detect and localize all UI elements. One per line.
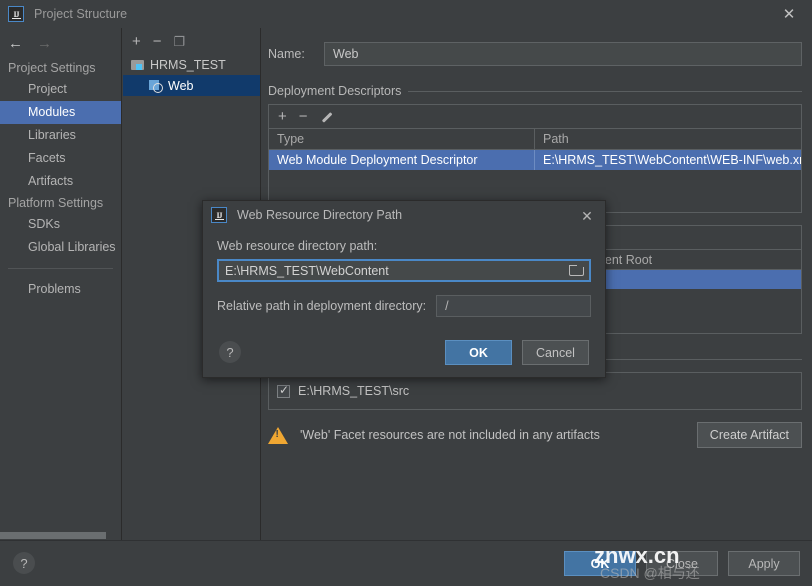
sidebar-item-modules[interactable]: Modules xyxy=(0,101,121,124)
close-button[interactable]: Close xyxy=(646,551,718,576)
tree-node-hrms-test[interactable]: HRMS_TEST xyxy=(123,54,260,75)
sidebar-item-project[interactable]: Project xyxy=(0,78,121,101)
remove-descriptor-icon[interactable]: − xyxy=(299,109,308,124)
source-root-label: E:\HRMS_TEST\src xyxy=(298,384,410,398)
intellij-idea-icon: IJ xyxy=(211,207,227,223)
forward-arrow-icon[interactable]: → xyxy=(37,36,52,51)
intellij-idea-icon: IJ xyxy=(8,6,24,22)
relative-path-label: Relative path in deployment directory: xyxy=(217,299,427,313)
dialog-footer-bar: ? OK Cancel xyxy=(203,329,605,377)
web-facet-icon xyxy=(149,79,163,93)
create-artifact-button[interactable]: Create Artifact xyxy=(696,422,802,448)
scrollbar-thumb[interactable] xyxy=(0,532,106,539)
sidebar-item-facets[interactable]: Facets xyxy=(0,147,121,170)
window-titlebar: IJ Project Structure ✕ xyxy=(0,0,812,28)
add-descriptor-icon[interactable]: + xyxy=(278,109,287,124)
descriptors-toolbar: + − xyxy=(269,105,801,129)
dialog-close-icon[interactable]: ✕ xyxy=(577,207,597,225)
ok-button[interactable]: OK xyxy=(564,551,636,576)
relative-path-input[interactable]: / xyxy=(436,295,591,317)
window-close-icon[interactable]: ✕ xyxy=(766,0,812,28)
add-module-icon[interactable]: + xyxy=(132,34,141,49)
help-icon[interactable]: ? xyxy=(13,552,35,574)
table-header: Type Path xyxy=(269,128,801,150)
module-folder-icon xyxy=(131,59,144,70)
nav-arrows: ← → xyxy=(0,28,121,58)
nav-group-platform-settings: Platform Settings xyxy=(8,196,104,210)
dialog-footer: ? OK Close Apply xyxy=(0,540,812,586)
dialog-body: Web resource directory path: E:\HRMS_TES… xyxy=(203,229,605,317)
sidebar-item-global-libraries[interactable]: Global Libraries xyxy=(0,236,121,259)
dialog-ok-button[interactable]: OK xyxy=(445,340,512,365)
sidebar-divider xyxy=(8,268,113,269)
cell-path: E:\HRMS_TEST\WebContent\WEB-INF\web.xml xyxy=(543,153,801,167)
sidebar-horizontal-scrollbar[interactable] xyxy=(0,531,121,540)
nav-group-project-settings: Project Settings xyxy=(8,61,96,75)
window-title: Project Structure xyxy=(34,7,128,21)
dialog-title: Web Resource Directory Path xyxy=(237,208,403,222)
section-divider xyxy=(408,90,802,92)
tree-node-web[interactable]: Web xyxy=(123,75,260,96)
web-resource-path-label: Web resource directory path: xyxy=(217,239,378,253)
section-title: Deployment Descriptors xyxy=(268,84,402,98)
dialog-titlebar: IJ Web Resource Directory Path ✕ xyxy=(203,201,605,229)
warning-text: 'Web' Facet resources are not included i… xyxy=(300,428,600,442)
cell-type: Web Module Deployment Descriptor xyxy=(269,150,535,170)
tree-node-label: Web xyxy=(168,78,194,93)
warning-triangle-icon xyxy=(268,426,288,444)
project-structure-window: IJ Project Structure ✕ ← → Project Setti… xyxy=(0,0,812,586)
web-resource-directory-path-dialog: IJ Web Resource Directory Path ✕ Web res… xyxy=(202,200,606,378)
web-resource-path-input[interactable]: E:\HRMS_TEST\WebContent xyxy=(217,259,591,282)
remove-module-icon[interactable]: − xyxy=(153,34,162,49)
apply-button[interactable]: Apply xyxy=(728,551,800,576)
sidebar-item-sdks[interactable]: SDKs xyxy=(0,213,121,236)
back-arrow-icon[interactable]: ← xyxy=(8,36,23,51)
artifact-warning-row: 'Web' Facet resources are not included i… xyxy=(268,422,802,448)
tree-node-label: HRMS_TEST xyxy=(150,57,226,72)
column-header-path: Path xyxy=(543,131,569,146)
column-header-type: Type xyxy=(269,128,535,150)
source-root-checkbox[interactable] xyxy=(277,383,290,398)
name-label: Name: xyxy=(268,47,305,61)
deployment-descriptors-section-header: Deployment Descriptors xyxy=(268,84,812,98)
table-row[interactable]: Web Module Deployment Descriptor E:\HRMS… xyxy=(269,150,801,170)
sidebar-item-problems[interactable]: Problems xyxy=(0,278,121,301)
relative-path-row: Relative path in deployment directory: / xyxy=(217,295,591,317)
sidebar-item-artifacts[interactable]: Artifacts xyxy=(0,170,121,193)
edit-descriptor-icon[interactable] xyxy=(320,111,332,123)
dialog-buttons: OK Cancel xyxy=(445,340,589,365)
name-input[interactable]: Web xyxy=(324,42,802,66)
web-resource-path-value: E:\HRMS_TEST\WebContent xyxy=(225,263,389,278)
module-tree-toolbar: + − ❐ xyxy=(123,28,260,54)
settings-sidebar: ← → Project Settings Project Modules Lib… xyxy=(0,28,122,540)
dialog-cancel-button[interactable]: Cancel xyxy=(522,340,589,365)
dialog-help-icon[interactable]: ? xyxy=(219,341,241,363)
folder-icon[interactable] xyxy=(569,265,584,276)
name-row: Name: Web xyxy=(268,42,812,66)
deployment-descriptors-table: + − Type Path Web Module Deployment Desc… xyxy=(268,104,802,213)
footer-buttons: OK Close Apply xyxy=(564,551,800,576)
copy-module-icon[interactable]: ❐ xyxy=(174,35,186,48)
sidebar-item-libraries[interactable]: Libraries xyxy=(0,124,121,147)
